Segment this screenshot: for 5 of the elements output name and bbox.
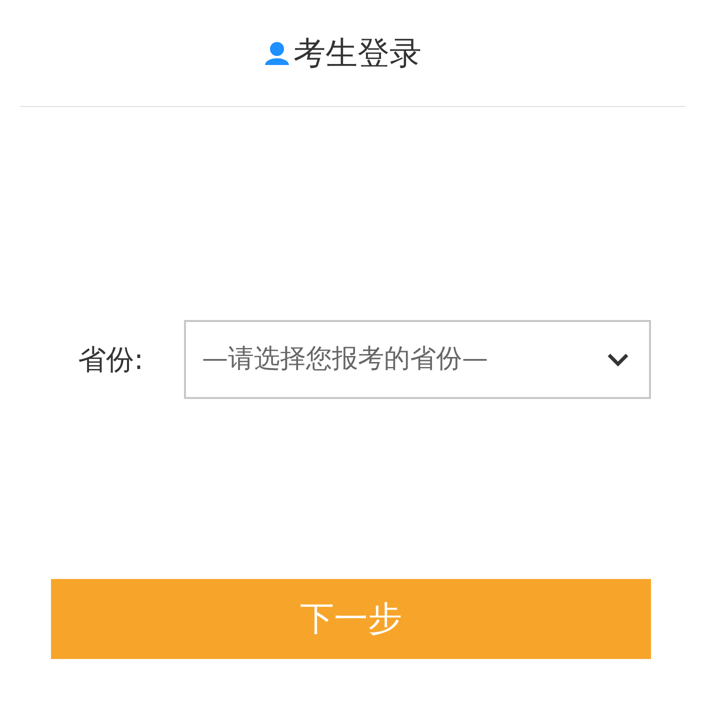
province-label: 省份:: [78, 342, 144, 378]
user-icon: [264, 40, 290, 66]
province-select[interactable]: —请选择您报考的省份—: [184, 320, 651, 399]
page-title: 考生登录: [294, 33, 422, 74]
chevron-down-icon: [607, 352, 629, 366]
